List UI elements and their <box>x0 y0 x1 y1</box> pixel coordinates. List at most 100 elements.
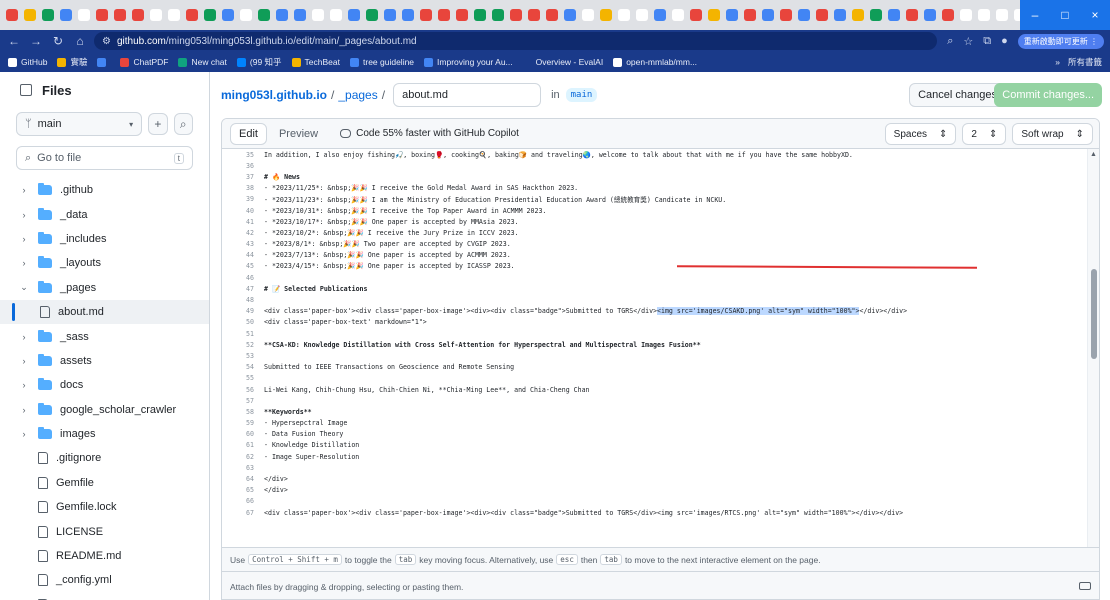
tab-favicon[interactable] <box>708 9 720 21</box>
tab-favicon[interactable] <box>636 9 648 21</box>
tab-favicon[interactable] <box>978 9 990 21</box>
tab-favicon[interactable] <box>366 9 378 21</box>
home-icon[interactable]: ⌂ <box>72 34 88 48</box>
bookmark-item[interactable]: 實驗 <box>57 56 87 68</box>
tree-file-item[interactable]: Gemfile <box>0 471 209 495</box>
chevron-right-icon[interactable]: › <box>18 356 30 366</box>
tab-favicon[interactable] <box>960 9 972 21</box>
tab-favicon[interactable] <box>672 9 684 21</box>
reload-icon[interactable]: ↻ <box>50 34 66 48</box>
chevron-right-icon[interactable]: › <box>18 210 30 220</box>
branch-selector[interactable]: ᛘ main ▾ <box>16 112 143 136</box>
chevron-right-icon[interactable]: › <box>18 429 30 439</box>
back-icon[interactable]: ← <box>6 34 22 48</box>
bookmark-item[interactable]: (99 知乎 <box>236 56 282 68</box>
tab-favicon[interactable] <box>456 9 468 21</box>
tab-favicon[interactable] <box>258 9 270 21</box>
tree-file-item[interactable]: about.md <box>0 299 209 325</box>
filename-input[interactable]: about.md <box>393 83 542 107</box>
copilot-promo[interactable]: Code 55% faster with GitHub Copilot <box>340 128 519 139</box>
add-file-button[interactable]: + <box>148 113 168 135</box>
bookmark-item[interactable]: ChatPDF <box>120 57 168 67</box>
tab-favicon[interactable] <box>96 9 108 21</box>
tab-favicon[interactable] <box>420 9 432 21</box>
tree-file-item[interactable]: .gitignore <box>0 446 209 470</box>
tree-folder-item[interactable]: ⌄ _pages <box>0 276 209 300</box>
tab-favicon[interactable] <box>24 9 36 21</box>
tree-folder-item[interactable]: › _layouts <box>0 251 209 275</box>
vertical-scrollbar[interactable]: ▲ <box>1087 149 1099 547</box>
tab-favicon[interactable] <box>492 9 504 21</box>
tab-favicon[interactable] <box>744 9 756 21</box>
tab-favicon[interactable] <box>312 9 324 21</box>
tab-favicon[interactable] <box>132 9 144 21</box>
bookmark-item[interactable] <box>97 57 110 67</box>
bookmark-item[interactable]: New chat <box>178 57 227 67</box>
indent-size-select[interactable]: 2 ⇕ <box>962 123 1007 145</box>
tab-favicon[interactable] <box>996 9 1008 21</box>
tab-favicon[interactable] <box>114 9 126 21</box>
url-input[interactable]: ⚙ github.com /ming053l/ming053l.github.i… <box>94 32 938 50</box>
tree-file-item[interactable]: run_server.sh <box>0 593 209 600</box>
tab-favicon[interactable] <box>564 9 576 21</box>
chevron-right-icon[interactable]: › <box>18 332 30 342</box>
update-button[interactable]: 重新啟動即可更新 ⋮ <box>1017 33 1104 49</box>
commit-changes-button[interactable]: Commit changes... <box>994 83 1102 107</box>
breadcrumb-folder-link[interactable]: _pages <box>338 88 377 102</box>
site-info-icon[interactable]: ⚙ <box>102 36 111 47</box>
tree-folder-item[interactable]: › _data <box>0 202 209 226</box>
close-window-button[interactable]: × <box>1080 0 1110 30</box>
bookmark-item[interactable]: tree guideline <box>350 57 414 67</box>
tree-file-item[interactable]: README.md <box>0 544 209 568</box>
tree-folder-item[interactable]: › docs <box>0 373 209 397</box>
scroll-up-icon[interactable]: ▲ <box>1090 151 1097 158</box>
minimize-button[interactable]: – <box>1020 0 1050 30</box>
tab-favicon[interactable] <box>726 9 738 21</box>
tab-favicon[interactable] <box>330 9 342 21</box>
tab-favicon[interactable] <box>924 9 936 21</box>
tab-favicon[interactable] <box>150 9 162 21</box>
tree-folder-item[interactable]: › google_scholar_crawler <box>0 398 209 422</box>
tree-folder-item[interactable]: › images <box>0 422 209 446</box>
tab-favicon[interactable] <box>546 9 558 21</box>
tab-favicon[interactable] <box>78 9 90 21</box>
tab-favicon[interactable] <box>870 9 882 21</box>
profile-avatar[interactable]: ● <box>1001 35 1008 47</box>
go-to-file-input[interactable]: ⌕ Go to file t <box>16 146 193 170</box>
tab-favicon[interactable] <box>762 9 774 21</box>
tree-folder-item[interactable]: › _includes <box>0 227 209 251</box>
tab-favicon[interactable] <box>168 9 180 21</box>
tab-favicon[interactable] <box>852 9 864 21</box>
chevron-down-icon[interactable]: ⌄ <box>18 282 30 293</box>
tab-favicon[interactable] <box>186 9 198 21</box>
cancel-changes-button[interactable]: Cancel changes <box>909 83 1006 107</box>
tree-file-item[interactable]: _config.yml <box>0 568 209 592</box>
wrap-mode-select[interactable]: Soft wrap ⇕ <box>1012 123 1093 145</box>
search-button[interactable]: ⌕ <box>173 113 193 135</box>
tab-favicon[interactable] <box>654 9 666 21</box>
zoom-icon[interactable]: ⌕ <box>947 35 953 48</box>
tab-favicon[interactable] <box>780 9 792 21</box>
maximize-button[interactable]: □ <box>1050 0 1080 30</box>
tab-favicon[interactable] <box>510 9 522 21</box>
tree-folder-item[interactable]: › .github <box>0 178 209 202</box>
bookmark-item[interactable]: TechBeat <box>291 57 340 67</box>
tab-favicon[interactable] <box>600 9 612 21</box>
tree-folder-item[interactable]: › _sass <box>0 324 209 348</box>
bookmark-item[interactable]: Improving your Au... <box>424 57 513 67</box>
bookmarks-more-button[interactable]: » <box>1055 57 1060 67</box>
tree-file-item[interactable]: LICENSE <box>0 519 209 543</box>
tree-file-item[interactable]: Gemfile.lock <box>0 495 209 519</box>
chevron-right-icon[interactable]: › <box>18 405 30 415</box>
chevron-right-icon[interactable]: › <box>18 185 30 195</box>
bookmark-item[interactable]: open-mmlab/mm... <box>613 57 697 67</box>
tab-favicon[interactable] <box>294 9 306 21</box>
tab-favicon[interactable] <box>618 9 630 21</box>
tab-favicon[interactable] <box>222 9 234 21</box>
scrollbar-thumb[interactable] <box>1091 269 1097 359</box>
tab-favicon[interactable] <box>816 9 828 21</box>
tab-favicon[interactable] <box>888 9 900 21</box>
bookmark-item[interactable]: Overview - EvalAI <box>522 57 603 67</box>
tab-favicon[interactable] <box>942 9 954 21</box>
bookmark-star-icon[interactable]: ☆ <box>963 35 973 48</box>
